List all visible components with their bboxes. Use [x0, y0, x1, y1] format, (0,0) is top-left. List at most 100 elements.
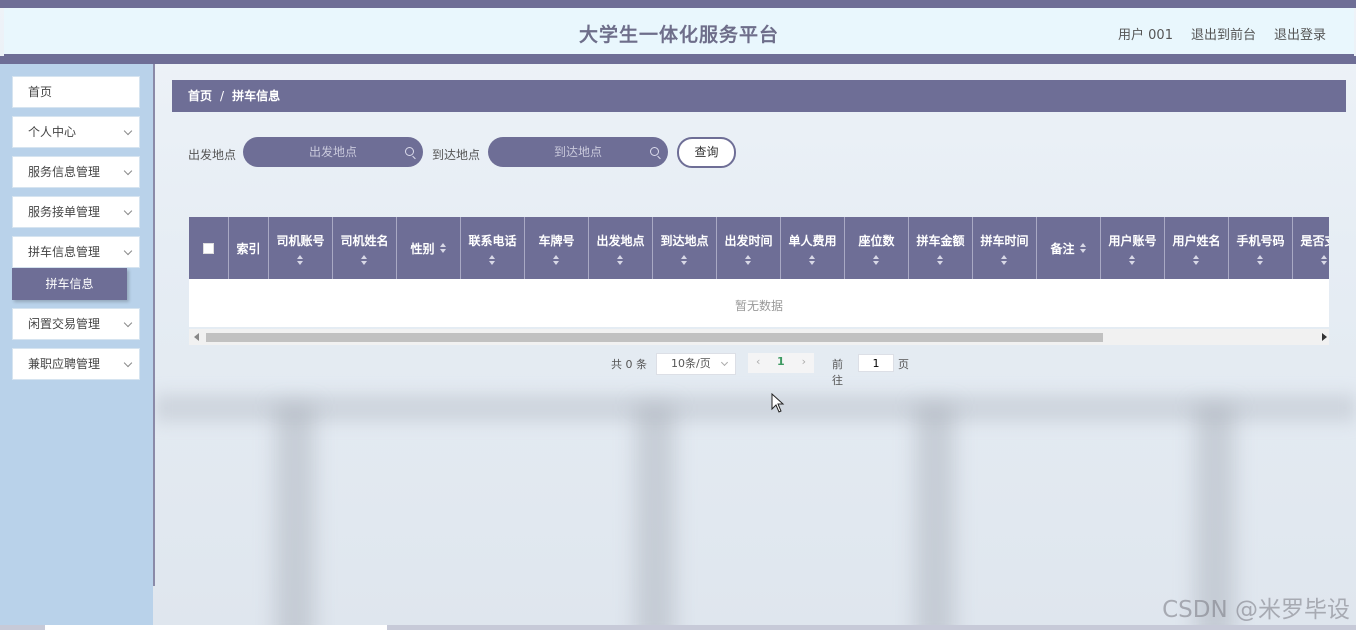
sidebar-subitem-carpool-info[interactable]: 拼车信息 — [12, 268, 127, 300]
column-header[interactable]: 出发时间 — [717, 217, 781, 279]
header-bottom-strip — [0, 56, 1356, 64]
sort-icon[interactable] — [937, 254, 944, 265]
sidebar-item-label: 个人中心 — [28, 125, 77, 139]
column-label: 联系电话 — [468, 233, 517, 248]
from-label: 出发地点 — [188, 148, 237, 162]
breadcrumb-separator: / — [220, 89, 225, 103]
sidebar-item-parttime-jobs[interactable]: 兼职应聘管理 — [12, 348, 140, 380]
column-label: 司机姓名 — [340, 233, 389, 248]
watermark: CSDN @米罗毕设 — [1162, 597, 1350, 623]
sidebar-item-label: 拼车信息管理 — [28, 245, 101, 259]
sort-icon[interactable] — [1079, 243, 1087, 253]
to-input[interactable] — [488, 137, 668, 167]
sidebar-item-carpool-management[interactable]: 拼车信息管理 — [12, 236, 140, 268]
column-label: 出发时间 — [724, 233, 773, 248]
page-size-value: 10条/页 — [671, 357, 711, 370]
sort-icon[interactable] — [1257, 254, 1264, 265]
goto-page-input[interactable] — [858, 354, 894, 372]
horizontal-scrollbar[interactable] — [189, 329, 1329, 345]
column-header[interactable]: 拼车时间 — [973, 217, 1037, 279]
sort-icon[interactable] — [809, 254, 816, 265]
empty-state-text: 暂无数据 — [734, 299, 783, 313]
column-header[interactable]: 用户姓名 — [1165, 217, 1229, 279]
pager: ‹ 1 › — [748, 353, 814, 373]
chevron-down-icon — [123, 246, 133, 256]
total-count: 共 0 条 — [611, 358, 647, 371]
column-header[interactable]: 出发地点 — [589, 217, 653, 279]
sort-icon[interactable] — [745, 254, 752, 265]
scroll-right-icon[interactable] — [1322, 333, 1327, 341]
query-button[interactable]: 查询 — [677, 137, 736, 168]
bottom-strip — [0, 625, 1356, 630]
column-header[interactable]: 车牌号 — [525, 217, 589, 279]
breadcrumb: 首页 / 拼车信息 — [172, 80, 1346, 112]
column-label: 座位数 — [858, 233, 895, 248]
column-header[interactable]: 拼车金额 — [909, 217, 973, 279]
front-link[interactable]: 退出到前台 — [1191, 24, 1256, 43]
sort-icon[interactable] — [1001, 254, 1008, 265]
sort-icon[interactable] — [553, 254, 560, 265]
select-all-cell — [189, 217, 229, 279]
table-header: 索引 司机账号 司机姓名 性别 联系电话 车牌号 出发地点 到达地点 出发时间 … — [189, 217, 1329, 279]
next-page-icon[interactable]: › — [802, 355, 806, 368]
user-label[interactable]: 用户 001 — [1118, 24, 1173, 43]
column-header[interactable]: 单人费用 — [781, 217, 845, 279]
column-header[interactable]: 司机账号 — [269, 217, 333, 279]
column-label: 拼车金额 — [916, 233, 965, 248]
sort-icon[interactable] — [439, 243, 447, 253]
column-header[interactable]: 司机姓名 — [333, 217, 397, 279]
column-label: 用户账号 — [1108, 233, 1157, 248]
sort-icon[interactable] — [489, 254, 496, 265]
sidebar-item-idle-trade[interactable]: 闲置交易管理 — [12, 308, 140, 340]
scrollbar-thumb[interactable] — [206, 333, 1103, 342]
sidebar-item-service-info[interactable]: 服务信息管理 — [12, 156, 140, 188]
column-header[interactable]: 到达地点 — [653, 217, 717, 279]
sort-icon[interactable] — [361, 254, 368, 265]
sort-icon[interactable] — [1193, 254, 1200, 265]
column-header[interactable]: 联系电话 — [461, 217, 525, 279]
column-header: 索引 — [229, 217, 269, 279]
column-label: 备注 — [1050, 241, 1075, 256]
chevron-down-icon — [123, 166, 133, 176]
column-label: 拼车时间 — [980, 233, 1029, 248]
prev-page-icon[interactable]: ‹ — [756, 355, 760, 368]
sidebar-item-home[interactable]: 首页 — [12, 76, 140, 108]
sidebar-item-service-orders[interactable]: 服务接单管理 — [12, 196, 140, 228]
column-header[interactable]: 是否支付 — [1293, 217, 1329, 279]
column-header[interactable]: 性别 — [397, 217, 461, 279]
top-accent-strip — [0, 0, 1356, 8]
sort-icon[interactable] — [1129, 254, 1136, 265]
breadcrumb-home[interactable]: 首页 — [188, 89, 212, 103]
sort-icon[interactable] — [617, 254, 624, 265]
sort-icon[interactable] — [297, 254, 304, 265]
sort-icon[interactable] — [873, 254, 880, 265]
search-icon — [650, 147, 659, 156]
from-input[interactable] — [243, 137, 423, 167]
to-label: 到达地点 — [432, 148, 481, 162]
sidebar-item-label: 闲置交易管理 — [28, 317, 101, 331]
chevron-down-icon — [123, 206, 133, 216]
chevron-down-icon — [720, 358, 729, 367]
column-header[interactable]: 用户账号 — [1101, 217, 1165, 279]
column-label: 手机号码 — [1236, 233, 1285, 248]
column-label: 司机账号 — [276, 233, 325, 248]
sort-icon[interactable] — [681, 254, 688, 265]
scroll-left-icon[interactable] — [194, 333, 199, 341]
page-size-select[interactable]: 10条/页 — [656, 353, 736, 375]
column-label: 索引 — [236, 241, 261, 256]
sidebar: 首页 个人中心 服务信息管理 服务接单管理 拼车信息管理 拼车信息 闲置交易管理… — [0, 64, 153, 630]
column-header[interactable]: 手机号码 — [1229, 217, 1293, 279]
sort-icon[interactable] — [1321, 254, 1328, 265]
search-icon — [405, 147, 414, 156]
sidebar-item-label: 首页 — [28, 85, 53, 99]
page-number[interactable]: 1 — [777, 355, 785, 368]
column-header[interactable]: 座位数 — [845, 217, 909, 279]
app-header: 大学生一体化服务平台 用户 001 退出到前台 退出登录 — [4, 8, 1354, 56]
chevron-down-icon — [123, 126, 133, 136]
logout-link[interactable]: 退出登录 — [1274, 24, 1326, 43]
column-label: 出发地点 — [596, 233, 645, 248]
column-header[interactable]: 备注 — [1037, 217, 1101, 279]
select-all-checkbox[interactable] — [203, 242, 214, 254]
sidebar-item-label: 服务接单管理 — [28, 205, 101, 219]
sidebar-item-personal-center[interactable]: 个人中心 — [12, 116, 140, 148]
